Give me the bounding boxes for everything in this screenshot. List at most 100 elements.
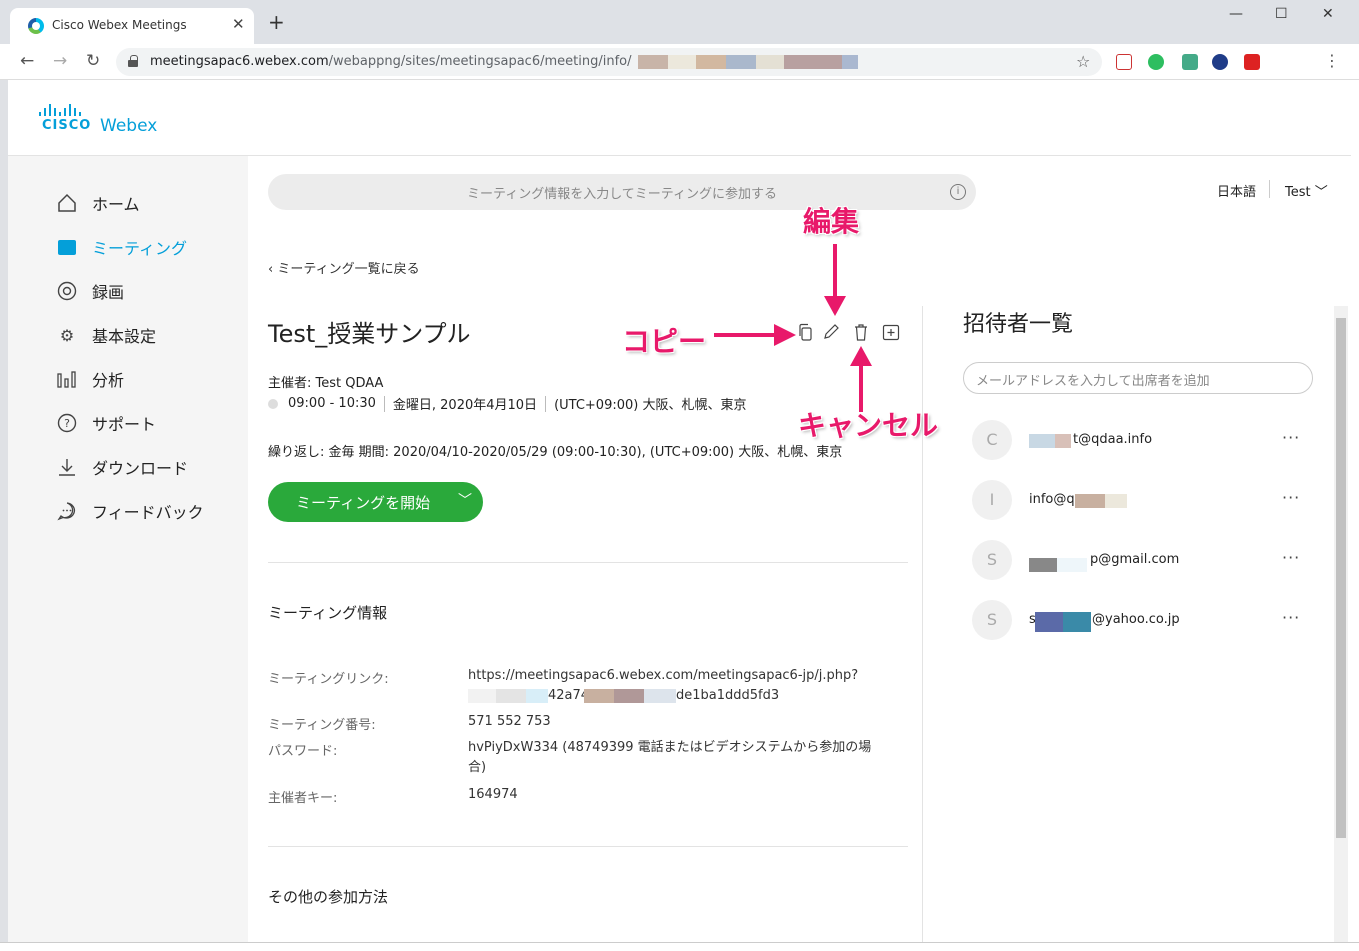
evernote-extension-icon[interactable] bbox=[1148, 54, 1164, 70]
redacted-block bbox=[1055, 434, 1071, 448]
browser-tab[interactable]: Cisco Webex Meetings ✕ bbox=[10, 8, 254, 44]
help-icon: ? bbox=[56, 412, 78, 434]
divider bbox=[268, 562, 908, 563]
meeting-link-label: ミーティングリンク: bbox=[268, 672, 389, 687]
edit-pencil-icon[interactable] bbox=[821, 322, 841, 342]
sidebar-item-label: ホーム bbox=[92, 195, 140, 214]
divider bbox=[268, 846, 908, 847]
cisco-logo-text: CISCO bbox=[42, 118, 92, 133]
avatar: S bbox=[972, 540, 1012, 580]
record-icon bbox=[56, 280, 78, 302]
list-item: S s @yahoo.co.jp ··· bbox=[972, 600, 1351, 644]
sidebar-item-download[interactable]: ダウンロード bbox=[56, 454, 188, 480]
webex-favicon-icon bbox=[28, 18, 44, 34]
pdf-extension-icon[interactable] bbox=[1116, 54, 1132, 70]
browser-menu-icon[interactable]: ⋮ bbox=[1324, 51, 1340, 70]
redacted-block bbox=[1063, 612, 1091, 632]
extension-icon[interactable] bbox=[1244, 54, 1260, 70]
sidebar-item-home[interactable]: ホーム bbox=[56, 190, 140, 216]
language-selector[interactable]: 日本語 bbox=[1217, 181, 1256, 200]
delete-trash-icon[interactable] bbox=[851, 322, 871, 342]
sidebar-item-label: ダウンロード bbox=[92, 459, 189, 478]
meeting-schedule: 09:00 - 10:30 金曜日, 2020年4月10日 (UTC+09:00… bbox=[268, 394, 746, 413]
lock-icon bbox=[128, 55, 138, 67]
meeting-link-value[interactable]: https://meetingsapac6.webex.com/meetings… bbox=[468, 666, 888, 706]
sidebar-item-analytics[interactable]: 分析 bbox=[56, 366, 124, 392]
redacted-block bbox=[1035, 612, 1063, 632]
analytics-icon bbox=[56, 368, 78, 390]
site-header: CISCO Webex bbox=[8, 80, 1351, 156]
redacted-block bbox=[842, 55, 858, 69]
avatar: C bbox=[972, 420, 1012, 460]
annotation-arrow-copy-icon bbox=[714, 324, 796, 346]
extension-icon[interactable] bbox=[1182, 54, 1198, 70]
cisco-logo-icon bbox=[39, 104, 81, 116]
close-tab-icon[interactable]: ✕ bbox=[232, 15, 245, 33]
new-tab-icon[interactable]: + bbox=[268, 12, 285, 32]
meeting-host: 主催者: Test QDAA bbox=[268, 376, 384, 391]
chevron-left-icon: ‹ bbox=[268, 262, 278, 277]
feedback-icon bbox=[56, 500, 78, 522]
host-key-value: 164974 bbox=[468, 787, 518, 802]
sidebar-item-label: ミーティング bbox=[92, 239, 188, 258]
column-divider bbox=[922, 306, 923, 942]
extension-icon[interactable] bbox=[1212, 54, 1228, 70]
chevron-down-icon: ﹀ bbox=[1314, 185, 1328, 200]
sidebar-item-feedback[interactable]: フィードバック bbox=[56, 498, 204, 524]
download-icon bbox=[56, 456, 78, 478]
user-menu[interactable]: Test ﹀ bbox=[1285, 181, 1328, 200]
maximize-icon[interactable]: ☐ bbox=[1275, 6, 1288, 22]
start-meeting-label: ミーティングを開始 bbox=[296, 494, 431, 512]
sidebar-item-recordings[interactable]: 録画 bbox=[56, 278, 124, 304]
back-to-meetings-link[interactable]: ‹ ミーティング一覧に戻る bbox=[268, 258, 420, 277]
sidebar-item-label: 分析 bbox=[92, 371, 125, 390]
redacted-block bbox=[726, 55, 756, 69]
header-divider bbox=[1269, 180, 1270, 198]
sidebar-item-preferences[interactable]: ⚙ 基本設定 bbox=[56, 322, 156, 348]
sidebar-item-label: 基本設定 bbox=[92, 327, 157, 346]
meeting-info-heading: ミーティング情報 bbox=[268, 604, 388, 622]
redacted-block bbox=[696, 55, 726, 69]
redacted-block bbox=[668, 55, 696, 69]
reload-icon[interactable]: ↻ bbox=[86, 51, 100, 71]
meeting-time: 09:00 - 10:30 bbox=[288, 396, 376, 411]
redacted-block bbox=[584, 689, 614, 703]
sidebar-item-label: 録画 bbox=[92, 283, 125, 302]
browser-tab-strip: Cisco Webex Meetings ✕ + — ☐ ✕ bbox=[0, 0, 1359, 44]
back-arrow-icon[interactable]: ← bbox=[20, 51, 34, 71]
webex-page: CISCO Webex ホーム ミーティング 録画 ⚙ 基本設定 分析 ? サポ… bbox=[8, 80, 1351, 942]
window-edge bbox=[0, 942, 1359, 951]
annotation-cancel-label: キャンセル bbox=[798, 409, 939, 442]
scrollbar[interactable] bbox=[1334, 306, 1348, 942]
invitee-email: info@q bbox=[1029, 492, 1075, 507]
bookmark-star-icon[interactable]: ☆ bbox=[1076, 52, 1090, 71]
add-to-calendar-icon[interactable] bbox=[881, 322, 901, 342]
scrollbar-thumb[interactable] bbox=[1336, 318, 1346, 838]
sidebar-item-support[interactable]: ? サポート bbox=[56, 410, 156, 436]
redacted-block bbox=[614, 689, 644, 703]
copy-meeting-button[interactable] bbox=[795, 322, 815, 342]
meeting-date: 金曜日, 2020年4月10日 bbox=[392, 398, 538, 413]
meeting-recurrence: 繰り返し: 金毎 期間: 2020/04/10-2020/05/29 (09:0… bbox=[268, 445, 843, 460]
more-options-icon[interactable]: ··· bbox=[1282, 428, 1300, 447]
annotation-edit-label: 編集 bbox=[803, 205, 860, 238]
more-options-icon[interactable]: ··· bbox=[1282, 608, 1300, 627]
sidebar-item-meetings[interactable]: ミーティング bbox=[56, 234, 187, 260]
more-options-icon[interactable]: ··· bbox=[1282, 548, 1300, 567]
chevron-down-icon[interactable]: ﹀ bbox=[458, 490, 472, 510]
webex-logo-text: Webex bbox=[100, 116, 158, 136]
add-attendee-input[interactable]: メールアドレスを入力して出席者を追加 bbox=[963, 362, 1313, 394]
minimize-icon[interactable]: — bbox=[1229, 6, 1243, 22]
forward-arrow-icon[interactable]: → bbox=[53, 51, 67, 71]
join-meeting-input[interactable]: ミーティング情報を入力してミーティングに参加する i bbox=[268, 174, 976, 210]
start-meeting-button[interactable]: ミーティングを開始 ﹀ bbox=[268, 482, 483, 522]
other-join-methods-heading: その他の参加方法 bbox=[268, 888, 389, 906]
address-bar[interactable]: meetingsapac6.webex.com/webappng/sites/m… bbox=[116, 48, 1102, 76]
main-content: ミーティング情報を入力してミーティングに参加する i 日本語 Test ﹀ ‹ … bbox=[248, 156, 1351, 942]
window-close-icon[interactable]: ✕ bbox=[1322, 6, 1334, 22]
window-edge bbox=[1351, 80, 1359, 951]
more-options-icon[interactable]: ··· bbox=[1282, 488, 1300, 507]
invitee-email: p@gmail.com bbox=[1090, 552, 1180, 567]
redacted-block bbox=[784, 55, 842, 69]
info-icon[interactable]: i bbox=[950, 184, 966, 200]
